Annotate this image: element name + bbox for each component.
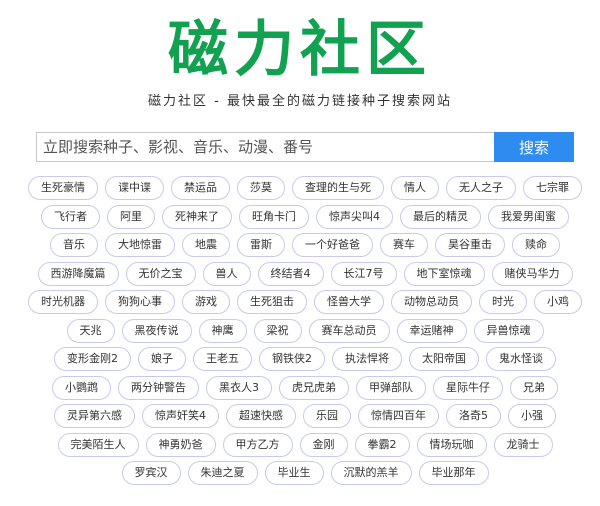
keyword-tag[interactable]: 完美陌生人: [57, 432, 139, 457]
keyword-tag[interactable]: 惊声尖叫4: [316, 204, 393, 229]
keyword-tag[interactable]: 长江7号: [330, 261, 397, 286]
tag-row: 完美陌生人 神勇奶爸 甲方乙方 金刚 拳霸2 情场玩咖 龙骑士: [57, 432, 553, 462]
site-tagline: 磁力社区 - 最快最全的磁力链接种子搜索网站: [148, 94, 452, 109]
keyword-tag[interactable]: 死神来了: [162, 204, 232, 229]
keyword-tag[interactable]: 我爱男闺蜜: [488, 204, 569, 229]
keyword-tag[interactable]: 终结者4: [257, 261, 324, 286]
keyword-tag[interactable]: 赛车总动员: [308, 318, 390, 343]
tag-row: 飞行者 阿里 死神来了 旺角卡门 惊声尖叫4 最后的精灵 我爱男闺蜜: [41, 204, 569, 234]
keyword-tag[interactable]: 谍中谍: [105, 176, 164, 200]
keyword-tag[interactable]: 执法悍将: [332, 347, 402, 371]
keyword-tag[interactable]: 禁运品: [171, 176, 230, 200]
keyword-tag[interactable]: 情场玩咖: [416, 432, 487, 457]
keyword-tag[interactable]: 灵异第六感: [54, 404, 135, 428]
keyword-tag[interactable]: 鬼水怪谈: [486, 347, 556, 371]
keyword-tag[interactable]: 异兽惊魂: [473, 318, 544, 343]
keyword-tag[interactable]: 幸运赌神: [396, 318, 467, 343]
tag-row: 天兆 黑夜传说 神鹰 梁祝 赛车总动员 幸运赌神 异兽惊魂: [66, 318, 544, 348]
hot-tags: 生死豪情 谍中谍 禁运品 莎莫 查理的生与死 情人 无人之子 七宗罪 飞行者 阿里 死神来了 旺角卡门…: [28, 176, 582, 490]
keyword-tag[interactable]: 星际牛仔: [433, 375, 503, 400]
keyword-tag[interactable]: 小强: [508, 404, 556, 428]
keyword-tag[interactable]: 罗宾汉: [121, 461, 181, 485]
keyword-tag[interactable]: 甲方乙方: [222, 432, 293, 457]
keyword-tag[interactable]: 赛车: [380, 233, 428, 257]
keyword-tag[interactable]: 七宗罪: [523, 176, 582, 200]
keyword-tag[interactable]: 莎莫: [237, 176, 285, 200]
search-input[interactable]: [36, 132, 494, 162]
keyword-tag[interactable]: 朱迪之夏: [187, 461, 258, 485]
tag-row: 小鹦鹉 两分钟警告 黑衣人3 虎兄虎弟 甲弹部队 星际牛仔 兄弟: [52, 375, 558, 405]
keyword-tag[interactable]: 黑衣人3: [206, 375, 272, 400]
keyword-tag[interactable]: 毕业那年: [418, 461, 489, 485]
tag-row: 西游降魔篇 无价之宝 兽人 终结者4 长江7号 地下室惊魂 赌侠马华力: [37, 261, 573, 291]
keyword-tag[interactable]: 西游降魔篇: [37, 261, 119, 286]
keyword-tag[interactable]: 惊声奸笑4: [142, 404, 219, 428]
keyword-tag[interactable]: 兽人: [202, 261, 251, 286]
keyword-tag[interactable]: 两分钟警告: [118, 375, 199, 400]
tag-row: 灵异第六感 惊声奸笑4 超速快感 乐园 惊情四百年 洛奇5 小强: [54, 404, 556, 433]
keyword-tag[interactable]: 小鹦鹉: [52, 375, 111, 400]
keyword-tag[interactable]: 生死狙击: [237, 290, 307, 314]
keyword-tag[interactable]: 神勇奶爸: [145, 432, 216, 457]
search-bar: 搜索: [36, 132, 574, 162]
site-logo[interactable]: 磁力社区: [0, 14, 600, 86]
keyword-tag[interactable]: 时光: [479, 290, 527, 314]
keyword-tag[interactable]: 王老五: [193, 347, 252, 371]
keyword-tag[interactable]: 飞行者: [41, 204, 100, 229]
keyword-tag[interactable]: 钢铁侠2: [259, 347, 325, 371]
keyword-tag[interactable]: 时光机器: [28, 290, 98, 314]
tag-row: 变形金刚2 娘子 王老五 钢铁侠2 执法悍将 太阳帝国 鬼水怪谈: [54, 347, 556, 376]
keyword-tag[interactable]: 洛奇5: [446, 404, 501, 428]
keyword-tag[interactable]: 惊情四百年: [358, 404, 439, 428]
keyword-tag[interactable]: 地下室惊魂: [403, 261, 485, 286]
search-button[interactable]: 搜索: [494, 132, 574, 162]
keyword-tag[interactable]: 音乐: [50, 233, 98, 257]
keyword-tag[interactable]: 昊谷重击: [435, 233, 505, 257]
keyword-tag[interactable]: 动物总动员: [391, 290, 472, 314]
keyword-tag[interactable]: 小鸡: [534, 290, 582, 314]
keyword-tag[interactable]: 赎命: [512, 233, 560, 257]
keyword-tag[interactable]: 兄弟: [510, 375, 558, 400]
keyword-tag[interactable]: 拳霸2: [354, 432, 410, 457]
keyword-tag[interactable]: 一个好爸爸: [292, 233, 373, 257]
keyword-tag[interactable]: 太阳帝国: [409, 347, 479, 371]
keyword-tag[interactable]: 怪兽大学: [314, 290, 384, 314]
keyword-tag[interactable]: 甲弹部队: [356, 375, 426, 400]
keyword-tag[interactable]: 黑夜传说: [121, 318, 192, 343]
keyword-tag[interactable]: 雷斯: [237, 233, 285, 257]
tag-row: 罗宾汉 朱迪之夏 毕业生 沉默的羔羊 毕业那年: [121, 461, 489, 490]
keyword-tag[interactable]: 无价之宝: [125, 261, 196, 286]
keyword-tag[interactable]: 旺角卡门: [239, 204, 309, 229]
keyword-tag[interactable]: 无人之子: [446, 176, 516, 200]
keyword-tag[interactable]: 金刚: [299, 432, 348, 457]
keyword-tag[interactable]: 虎兄虎弟: [279, 375, 349, 400]
tag-row: 生死豪情 谍中谍 禁运品 莎莫 查理的生与死 情人 无人之子 七宗罪: [28, 176, 582, 205]
keyword-tag[interactable]: 地震: [182, 233, 230, 257]
tag-row: 音乐 大地惊雷 地震 雷斯 一个好爸爸 赛车 昊谷重击 赎命: [50, 233, 560, 262]
keyword-tag[interactable]: 娘子: [138, 347, 186, 371]
keyword-tag[interactable]: 最后的精灵: [400, 204, 481, 229]
keyword-tag[interactable]: 情人: [391, 176, 439, 200]
keyword-tag[interactable]: 超速快感: [226, 404, 296, 428]
keyword-tag[interactable]: 游戏: [182, 290, 230, 314]
keyword-tag[interactable]: 变形金刚2: [54, 347, 131, 371]
keyword-tag[interactable]: 生死豪情: [28, 176, 98, 200]
keyword-tag[interactable]: 阿里: [107, 204, 155, 229]
keyword-tag[interactable]: 大地惊雷: [105, 233, 175, 257]
keyword-tag[interactable]: 乐园: [303, 404, 351, 428]
keyword-tag[interactable]: 梁祝: [253, 318, 302, 343]
keyword-tag[interactable]: 沉默的羔羊: [330, 461, 412, 485]
keyword-tag[interactable]: 神鹰: [198, 318, 247, 343]
keyword-tag[interactable]: 赌侠马华力: [491, 261, 573, 286]
keyword-tag[interactable]: 天兆: [66, 318, 115, 343]
keyword-tag[interactable]: 狗狗心事: [105, 290, 175, 314]
tag-row: 时光机器 狗狗心事 游戏 生死狙击 怪兽大学 动物总动员 时光 小鸡: [28, 290, 582, 319]
keyword-tag[interactable]: 龙骑士: [493, 432, 553, 457]
keyword-tag[interactable]: 毕业生: [264, 461, 324, 485]
keyword-tag[interactable]: 查理的生与死: [292, 176, 384, 200]
